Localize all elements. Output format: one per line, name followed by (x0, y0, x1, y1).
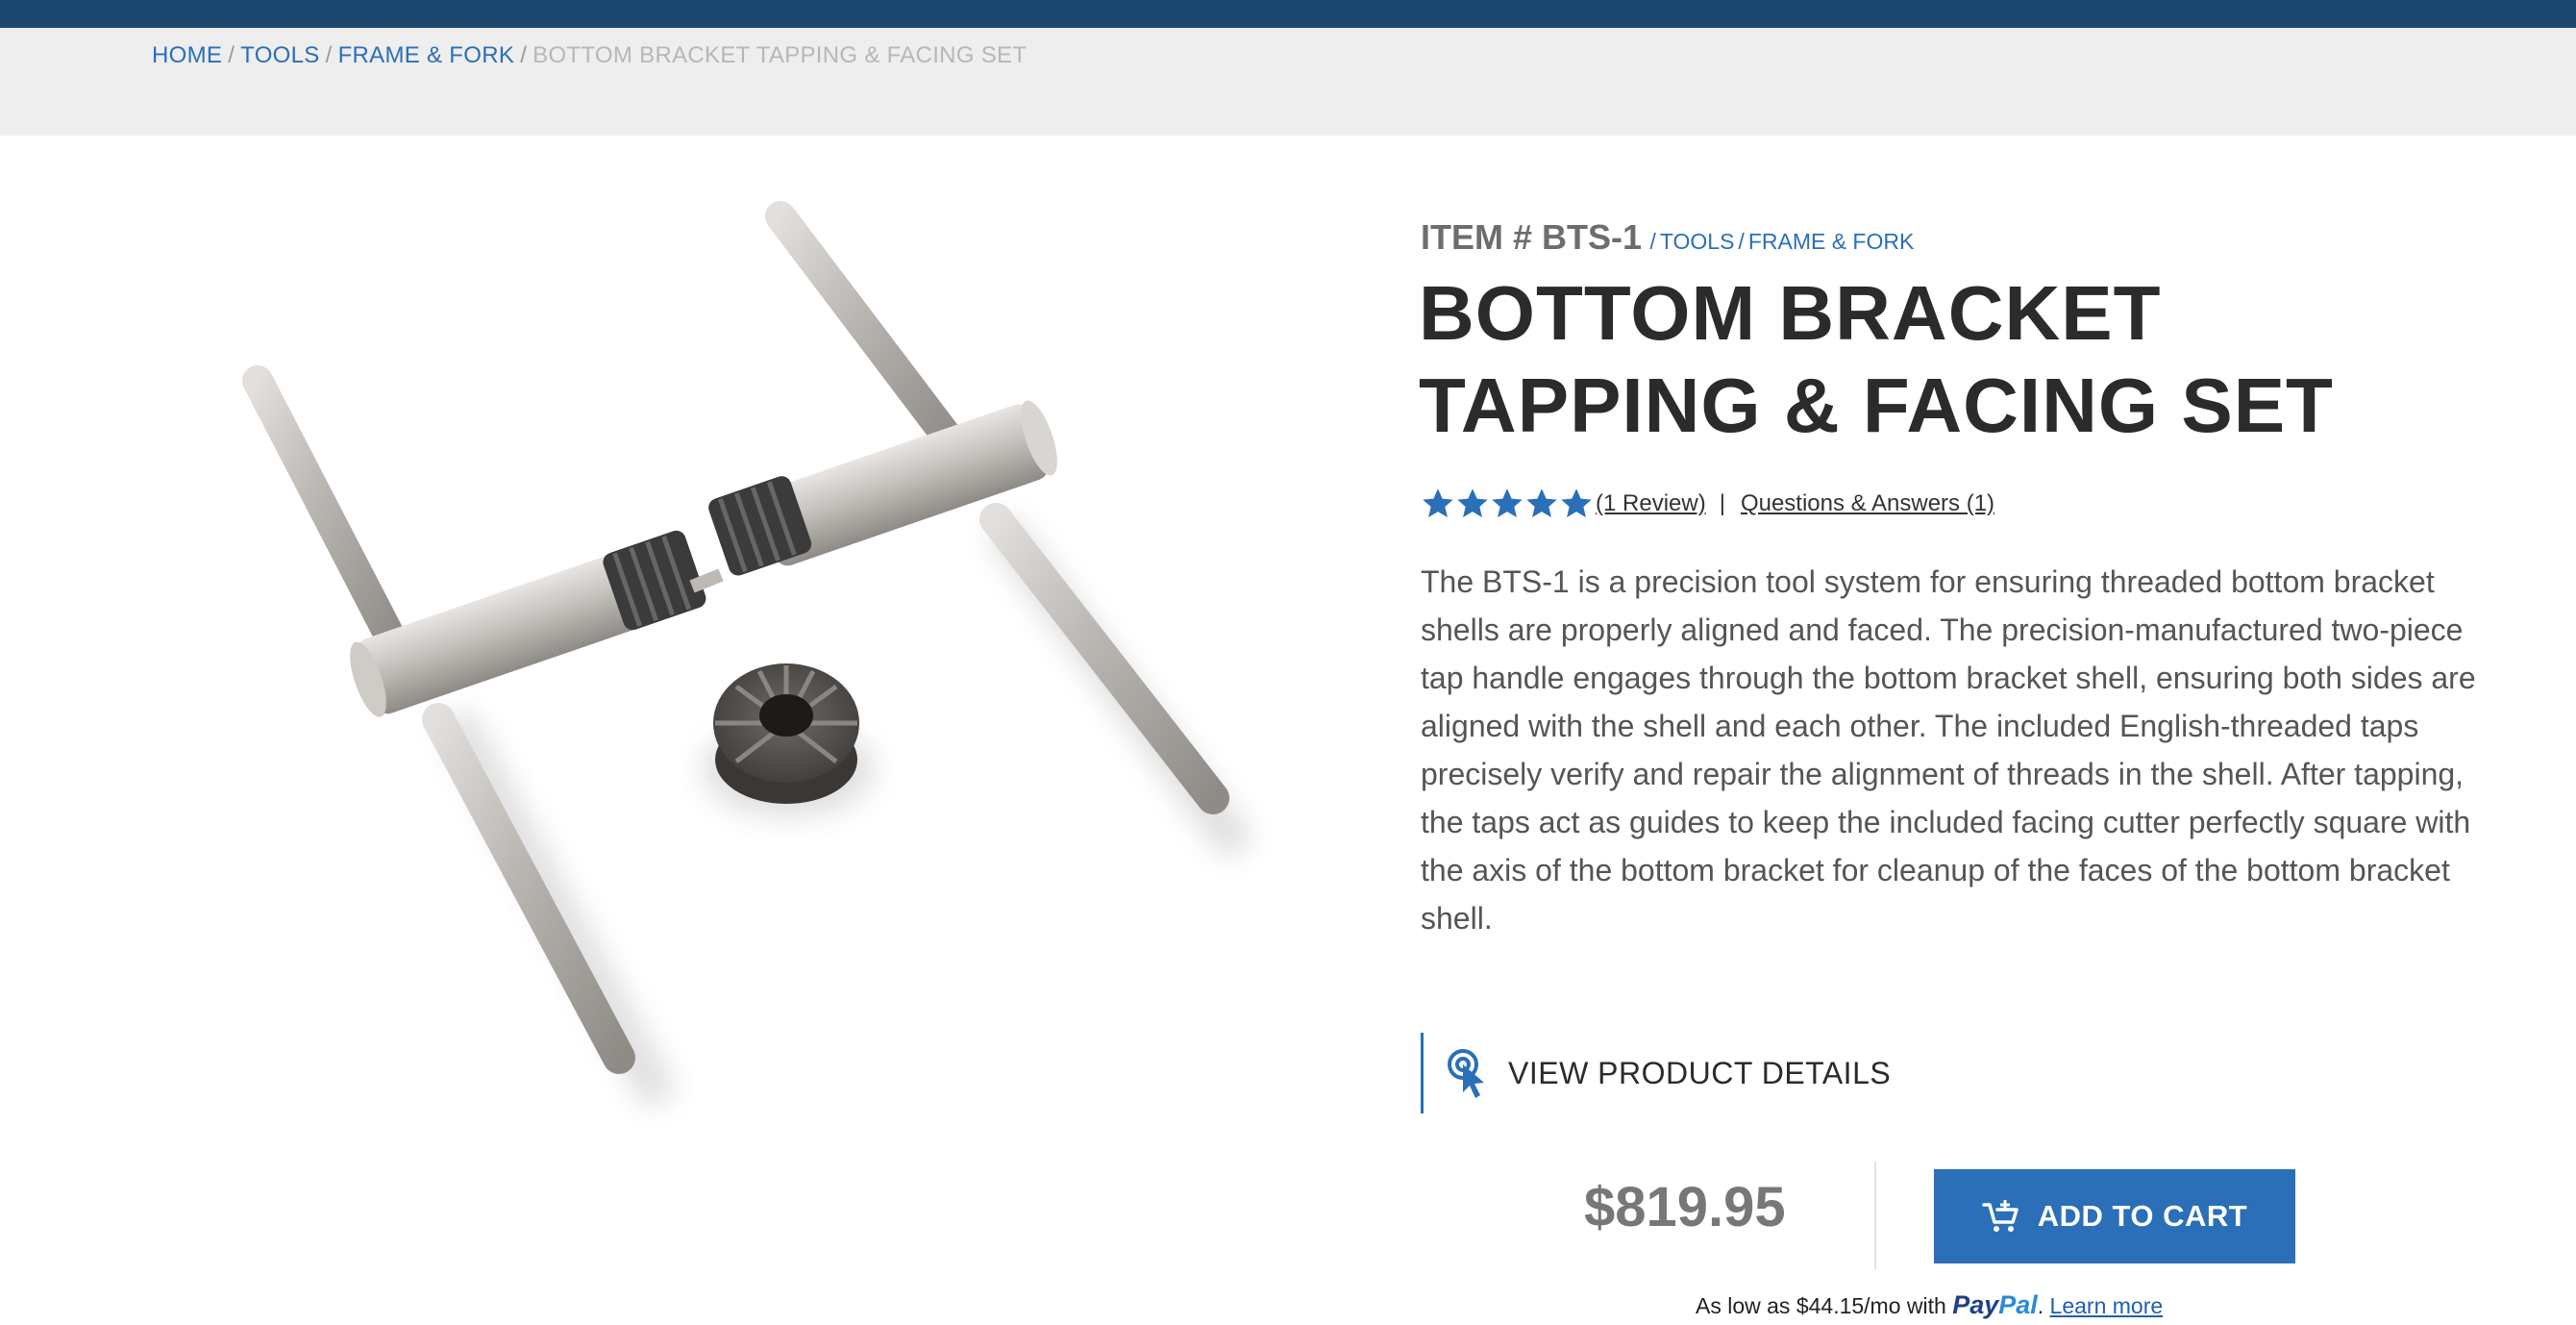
star-icon (1492, 488, 1523, 517)
product-title: BOTTOM BRACKET TAPPING & FACING SET (1419, 270, 2334, 448)
cart-add-icon (1982, 1200, 2019, 1232)
financing-text: As low as $44.15/mo with (1696, 1293, 1946, 1318)
breadcrumb-home[interactable]: HOME (152, 42, 222, 68)
product-image[interactable] (192, 183, 1326, 1144)
star-icon (1561, 488, 1592, 517)
product-price: $819.95 (1584, 1176, 1786, 1238)
star-icon (1423, 488, 1453, 517)
learn-more-link[interactable]: Learn more (2050, 1293, 2164, 1318)
paypal-logo: PayPal (1952, 1290, 2038, 1319)
price-divider (1874, 1162, 1876, 1269)
view-product-details-button[interactable]: VIEW PRODUCT DETAILS (1421, 1033, 1891, 1113)
category-link-tools[interactable]: TOOLS (1660, 229, 1735, 254)
category-link-frame-fork[interactable]: FRAME & FORK (1748, 229, 1915, 254)
rating-divider: | (1719, 490, 1725, 516)
item-categories: / TOOLS / FRAME & FORK (1646, 229, 1914, 254)
top-bar (0, 0, 2576, 28)
category-separator: / (1738, 229, 1745, 254)
paypal-financing: As low as $44.15/mo with PayPal. Learn m… (1696, 1290, 2163, 1320)
breadcrumb: HOME / TOOLS / FRAME & FORK / BOTTOM BRACKET T… (152, 42, 1027, 69)
facing-cutter (713, 663, 859, 804)
questions-answers-link[interactable]: Questions & Answers (1) (1741, 490, 1994, 517)
financing-period: . (2037, 1293, 2044, 1318)
breadcrumb-current: BOTTOM BRACKET TAPPING & FACING SET (533, 42, 1028, 68)
reviews-link[interactable]: (1 Review) (1596, 490, 1706, 517)
add-to-cart-label: ADD TO CART (2037, 1199, 2248, 1233)
star-icon (1526, 488, 1557, 517)
item-number: ITEM # BTS-1 (1421, 217, 1643, 257)
star-icon (1457, 488, 1488, 517)
breadcrumb-separator: / (228, 42, 235, 68)
item-line: ITEM # BTS-1 /TOOLS / FRAME & FORK (1421, 217, 1914, 258)
breadcrumb-tools[interactable]: TOOLS (240, 42, 319, 68)
product-description: The BTS-1 is a precision tool system for… (1421, 564, 2476, 936)
view-product-details-label: VIEW PRODUCT DETAILS (1508, 1055, 1892, 1090)
rating-row: (1 Review) | Questions & Answers (1) (1421, 483, 1994, 525)
breadcrumb-separator: / (325, 42, 333, 68)
pointer-click-icon (1448, 1049, 1484, 1098)
add-to-cart-button[interactable]: ADD TO CART (1934, 1169, 2295, 1263)
category-separator: / (1649, 229, 1656, 254)
breadcrumb-frame-fork[interactable]: FRAME & FORK (338, 42, 515, 68)
star-rating (1421, 487, 1594, 521)
breadcrumb-separator: / (520, 42, 528, 68)
